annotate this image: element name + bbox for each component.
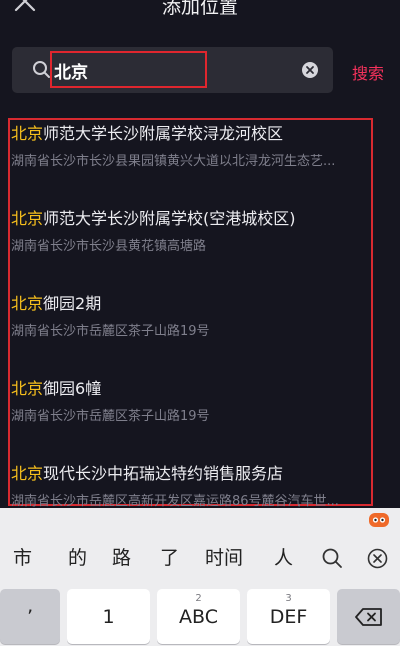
result-address: 湖南省长沙市岳麓区茶子山路19号 — [11, 409, 210, 424]
key-def[interactable]: 3 DEF — [247, 589, 330, 644]
punctuation-key[interactable]: ’ — [0, 589, 60, 644]
result-title-highlight: 北京 — [11, 124, 44, 143]
candidate-bar: 市 的 路 了 时间 人 — [0, 535, 400, 579]
result-title: 北京御园2期 — [11, 290, 101, 314]
candidate-word[interactable]: 的 — [68, 543, 87, 570]
page-title: 添加位置 — [161, 0, 238, 18]
key-label: DEF — [269, 606, 308, 628]
search-icon — [33, 61, 50, 78]
key-abc[interactable]: 2 ABC — [157, 589, 240, 644]
clear-icon[interactable] — [301, 61, 319, 79]
candidate-word[interactable]: 人 — [274, 543, 293, 570]
result-item[interactable]: 北京师范大学长沙附属学校(空港城校区) 湖南省长沙市长沙县黄花镇高塘路 — [11, 205, 381, 291]
result-title: 北京现代长沙中拓瑞达特约销售服务店 — [11, 460, 283, 484]
result-title-rest: 师范大学长沙附属学校(空港城校区) — [43, 209, 296, 228]
result-title-highlight: 北京 — [11, 294, 44, 313]
result-address: 湖南省长沙市岳麓区高新开发区嘉运路86号麓谷汽车世... — [11, 494, 339, 509]
key-label: ’ — [26, 606, 34, 628]
key-label: ABC — [179, 606, 218, 628]
backspace-icon — [355, 608, 382, 626]
result-title-rest: 御园6幢 — [43, 379, 102, 398]
result-address: 湖南省长沙市岳麓区茶子山路19号 — [11, 324, 210, 339]
result-item[interactable]: 北京御园6幢 湖南省长沙市岳麓区茶子山路19号 — [11, 375, 381, 461]
candidate-word[interactable]: 市 — [13, 543, 32, 570]
candidate-word[interactable]: 了 — [160, 543, 179, 570]
result-title-rest: 师范大学长沙附属学校浔龙河校区 — [43, 124, 284, 143]
search-button[interactable]: 搜索 — [352, 60, 384, 84]
backspace-key[interactable] — [337, 589, 400, 644]
result-title-highlight: 北京 — [11, 464, 44, 483]
result-title: 北京师范大学长沙附属学校浔龙河校区 — [11, 120, 283, 144]
result-title-rest: 御园2期 — [43, 294, 102, 313]
search-text-highlight-box — [50, 51, 207, 88]
result-title: 北京师范大学长沙附属学校(空港城校区) — [11, 205, 296, 229]
key-sublabel: 3 — [285, 593, 292, 604]
key-label: 1 — [102, 606, 115, 628]
result-item[interactable]: 北京师范大学长沙附属学校浔龙河校区 湖南省长沙市长沙县果园镇黄兴大道以北浔龙河生… — [11, 120, 381, 206]
result-title-highlight: 北京 — [11, 379, 44, 398]
result-title-rest: 现代长沙中拓瑞达特约销售服务店 — [43, 464, 284, 483]
keyboard-key-row: ’ 1 2 ABC 3 DEF — [0, 589, 400, 646]
result-address: 湖南省长沙市长沙县果园镇黄兴大道以北浔龙河生态艺... — [11, 154, 336, 169]
result-item[interactable]: 北京御园2期 湖南省长沙市岳麓区茶子山路19号 — [11, 290, 381, 376]
result-title-highlight: 北京 — [11, 209, 44, 228]
key-1[interactable]: 1 — [67, 589, 150, 644]
candidate-word[interactable]: 路 — [112, 543, 131, 570]
candidate-word[interactable]: 时间 — [205, 543, 243, 570]
result-address: 湖南省长沙市长沙县黄花镇高塘路 — [11, 239, 207, 254]
result-title: 北京御园6幢 — [11, 375, 101, 399]
search-icon[interactable] — [321, 547, 343, 569]
close-candidates-icon[interactable] — [367, 548, 388, 569]
top-bar: 添加位置 — [0, 0, 400, 22]
key-sublabel: 2 — [195, 593, 202, 604]
keyboard-logo-icon[interactable] — [368, 510, 390, 528]
